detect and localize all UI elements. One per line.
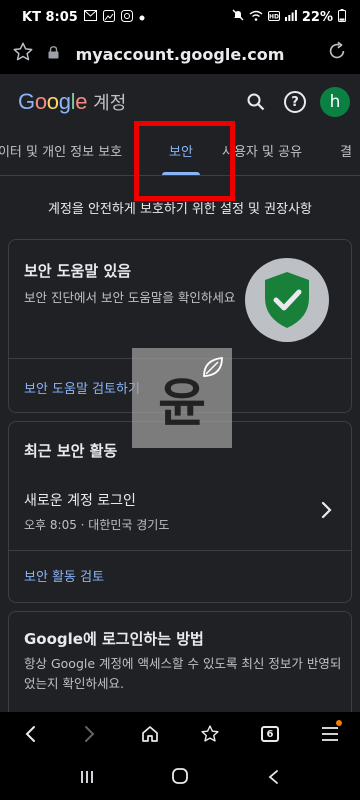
bookmark-star-icon[interactable] bbox=[12, 41, 34, 68]
back-nav-button[interactable] bbox=[253, 766, 293, 790]
carrier-time: KT 8:05 bbox=[22, 9, 78, 25]
hd-icon: HD bbox=[267, 10, 280, 25]
card-divider bbox=[9, 550, 351, 551]
avatar[interactable]: h bbox=[320, 87, 350, 117]
battery-text: 22% bbox=[301, 9, 333, 25]
home-button[interactable] bbox=[130, 714, 170, 754]
recent-activity-title: 최근 보안 활동 bbox=[24, 442, 118, 460]
bookmarks-button[interactable] bbox=[190, 714, 230, 754]
watermark-glyph: 윤 bbox=[158, 373, 206, 434]
browser-toolbar: 6 bbox=[0, 712, 360, 756]
forward-button[interactable] bbox=[70, 714, 110, 754]
header-actions: ? h bbox=[242, 87, 350, 117]
lock-icon[interactable] bbox=[48, 46, 59, 62]
system-nav-bar bbox=[0, 756, 360, 800]
chevron-right-icon bbox=[321, 500, 333, 525]
recent-apps-button[interactable] bbox=[67, 766, 107, 790]
status-bar: KT 8:05 HD 22% bbox=[0, 0, 360, 34]
header-subtitle: 계정 bbox=[93, 93, 127, 114]
help-icon[interactable]: ? bbox=[284, 91, 306, 113]
page-intro: 계정을 안전하게 보호하기 위한 설정 및 권장사항 bbox=[48, 202, 312, 217]
url-bar: myaccount.google.com bbox=[0, 34, 360, 74]
watermark: 윤 bbox=[132, 348, 232, 448]
google-logo[interactable]: Google bbox=[18, 89, 87, 115]
activity-item[interactable]: 새로운 계정 로그인 오후 8:05 · 대한민국 경기도 bbox=[9, 480, 351, 544]
tab-privacy[interactable]: 데이터 및 개인 정보 보호 bbox=[0, 130, 122, 175]
tab-count: 6 bbox=[261, 726, 279, 742]
svg-text:HD: HD bbox=[269, 13, 279, 20]
dot-icon bbox=[139, 10, 145, 25]
status-left: KT 8:05 bbox=[22, 9, 145, 25]
battery-icon bbox=[338, 8, 346, 26]
shield-icon bbox=[245, 258, 329, 342]
instagram-icon bbox=[120, 9, 133, 25]
logo-letter: G bbox=[18, 89, 35, 114]
activity-item-title: 새로운 계정 로그인 bbox=[24, 493, 136, 509]
logo-letter: o bbox=[34, 89, 47, 114]
wifi-icon bbox=[249, 10, 263, 25]
sign-in-description: 항상 Google 계정에 액세스할 수 있도록 최신 정보가 반영되었는지 확… bbox=[24, 656, 342, 691]
reload-icon[interactable] bbox=[326, 40, 348, 68]
mute-icon bbox=[232, 9, 244, 25]
review-security-tips-link[interactable]: 보안 도움말 검토하기 bbox=[24, 378, 140, 397]
logo-letter: o bbox=[46, 89, 59, 114]
tabs-button[interactable]: 6 bbox=[250, 714, 290, 754]
sign-in-title: Google에 로그인하는 방법 bbox=[24, 630, 204, 648]
leaf-icon bbox=[200, 354, 226, 384]
back-button[interactable] bbox=[10, 714, 50, 754]
sign-in-card[interactable]: Google에 로그인하는 방법 항상 Google 계정에 액세스할 수 있도… bbox=[8, 611, 352, 721]
search-icon[interactable] bbox=[242, 88, 270, 116]
activity-item-meta: 오후 8:05 · 대한민국 경기도 bbox=[24, 518, 170, 532]
gmail-icon bbox=[83, 10, 97, 24]
status-right: HD 22% bbox=[232, 8, 346, 26]
signal-icon bbox=[284, 9, 297, 25]
review-activity-link[interactable]: 보안 활동 검토 bbox=[24, 566, 104, 585]
image-icon bbox=[102, 9, 115, 25]
security-tips-title: 보안 도움말 있음 bbox=[24, 262, 132, 280]
logo-letter: g bbox=[58, 89, 71, 114]
recent-activity-card: 최근 보안 활동 새로운 계정 로그인 오후 8:05 · 대한민국 경기도 보… bbox=[8, 421, 352, 603]
logo-letter: e bbox=[75, 89, 88, 114]
home-nav-button[interactable] bbox=[160, 766, 200, 790]
menu-button[interactable] bbox=[310, 714, 350, 754]
security-tips-description: 보안 진단에서 보안 도움말을 확인하세요 bbox=[24, 290, 236, 305]
notification-dot bbox=[336, 720, 342, 726]
highlight-annotation bbox=[134, 121, 235, 201]
tab-more[interactable]: 결 bbox=[340, 130, 352, 175]
